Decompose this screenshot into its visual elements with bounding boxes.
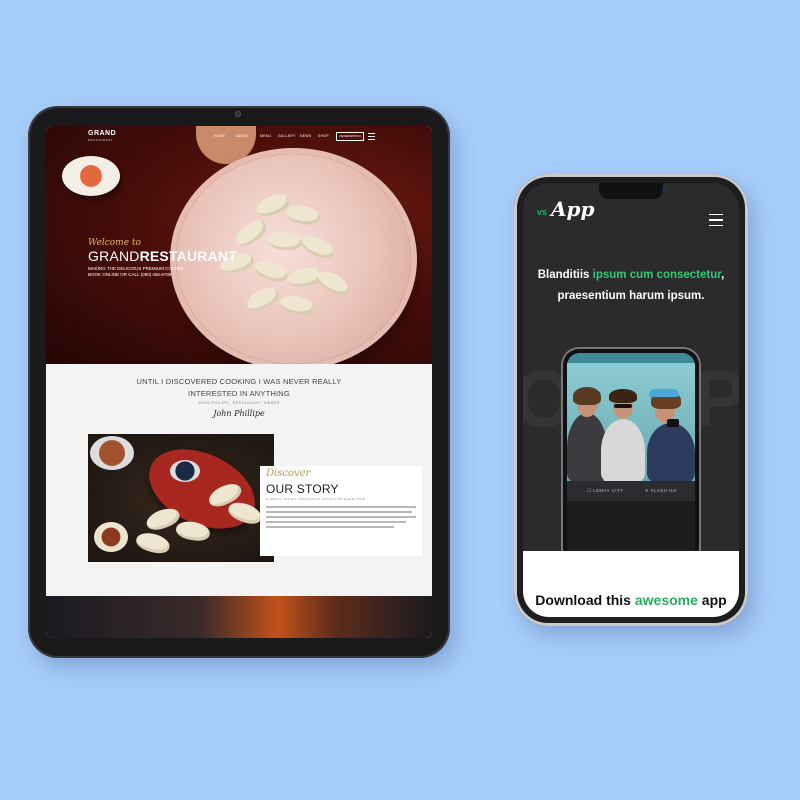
nav-gallery[interactable]: GALLERY <box>278 134 296 138</box>
hero-welcome: Welcome to <box>88 238 141 248</box>
phone-device: O P vs App Blanditiis ipsum cum consecte… <box>514 174 748 626</box>
grill-image-strip <box>46 596 432 638</box>
app-preview-phone: ☐ LEMAY CITY ✈ FLASH GO <box>561 347 701 567</box>
tablet-screen: GRAND RESTAURANT HOME ABOUT MENU GALLERY… <box>46 126 432 638</box>
restaurant-nav: GRAND RESTAURANT HOME ABOUT MENU GALLERY… <box>46 130 432 146</box>
download-heading: Download this awesome app <box>535 592 727 608</box>
food-spread-image <box>88 434 274 562</box>
owner-quote: UNTIL I DISCOVERED COOKING I WAS NEVER R… <box>136 377 342 398</box>
nav-menu[interactable]: MENU <box>260 134 271 138</box>
preview-label-left: ☐ LEMAY CITY <box>587 488 624 493</box>
nav-home[interactable]: HOME <box>214 134 225 138</box>
nav-news[interactable]: NEWS <box>300 134 311 138</box>
restaurant-hero: GRAND RESTAURANT HOME ABOUT MENU GALLERY… <box>46 126 432 364</box>
phone-screen: O P vs App Blanditiis ipsum cum consecte… <box>523 183 739 617</box>
friends-selfie-image <box>567 363 695 483</box>
hamburger-menu-icon[interactable] <box>709 214 723 226</box>
app-headline: Blanditiis ipsum cum consectetur, praese… <box>537 269 725 302</box>
preview-label-right: ✈ FLASH GO <box>645 488 677 493</box>
phone-notch <box>599 183 667 199</box>
tablet-device: GRAND RESTAURANT HOME ABOUT MENU GALLERY… <box>28 106 450 658</box>
hero-tagline: MAKING THE DELICIOUS PREMIUM COFFEE <box>88 266 184 271</box>
app-logo[interactable]: App <box>551 197 595 221</box>
hero-title: GRANDRESTAURANT <box>88 248 237 264</box>
app-preview-screen: ☐ LEMAY CITY ✈ FLASH GO <box>567 353 695 567</box>
app-preview-toolbar: ☐ LEMAY CITY ✈ FLASH GO <box>567 481 695 501</box>
hamburger-menu-icon[interactable] <box>368 133 375 140</box>
hero-booking: BOOK ONLINE OR CALL (080) 456-6789 <box>88 272 172 277</box>
story-discover: Discover <box>266 468 311 479</box>
restaurant-logo-sub: RESTAURANT <box>88 138 114 142</box>
tablet-camera-icon <box>235 111 241 117</box>
story-subtitle: ALWAYS FRESH, DELICIOUS FOOD FOR EVERYON… <box>266 497 366 501</box>
nav-about[interactable]: ABOUT <box>236 134 249 138</box>
nav-shop[interactable]: SHOP <box>318 134 329 138</box>
reservation-button[interactable]: RESERVATION <box>336 132 364 141</box>
quote-author: JOHN PHILIPE, RESTAURANT OWNER <box>198 401 280 405</box>
restaurant-logo[interactable]: GRAND <box>88 130 116 137</box>
phone-camera-icon <box>662 187 667 192</box>
story-title: OUR STORY <box>266 482 339 496</box>
app-logo-vs[interactable]: vs <box>537 207 547 217</box>
our-story-card: Discover OUR STORY ALWAYS FRESH, DELICIO… <box>260 466 422 556</box>
sauce-bowl-image <box>62 156 120 196</box>
owner-signature: John Phillipe <box>213 409 265 418</box>
